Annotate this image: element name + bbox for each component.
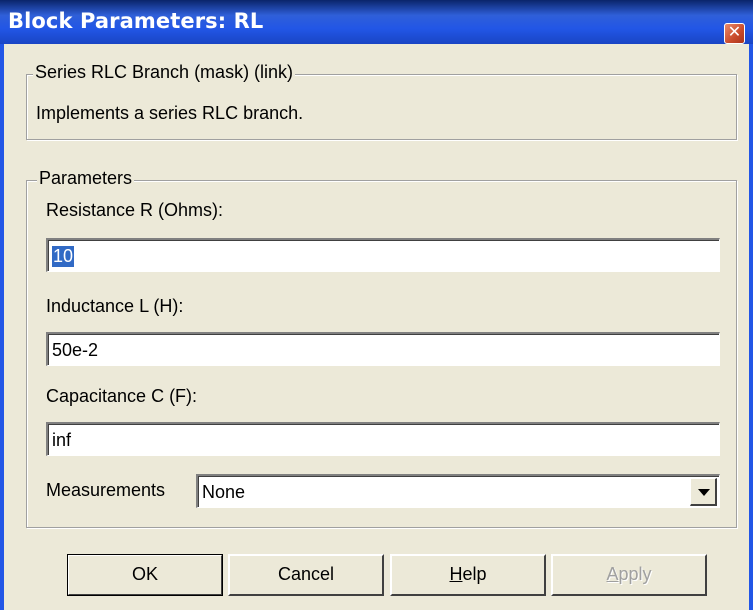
close-icon[interactable]: ✕ <box>724 23 745 44</box>
ok-button[interactable]: OK <box>67 554 223 596</box>
apply-button[interactable]: Apply <box>551 554 707 596</box>
description-legend: Series RLC Branch (mask) (link) <box>33 62 296 83</box>
inductance-value: 50e-2 <box>52 340 99 360</box>
measurements-label: Measurements <box>46 480 166 500</box>
help-button[interactable]: Help <box>390 554 546 596</box>
capacitance-field[interactable]: inf <box>46 422 720 456</box>
resistance-field[interactable]: 10 <box>46 238 720 272</box>
measurements-select[interactable]: None <box>196 474 720 508</box>
description-text: Implements a series RLC branch. <box>36 103 304 123</box>
parameters-legend: Parameters <box>37 168 135 189</box>
window-frame-left <box>0 44 4 610</box>
measurements-selected: None <box>202 482 246 502</box>
window-title: Block Parameters: RL <box>8 9 264 33</box>
window-frame-right <box>749 44 753 610</box>
resistance-value: 10 <box>52 246 75 267</box>
title-bar[interactable]: Block Parameters: RL ✕ <box>0 0 753 44</box>
description-group: Series RLC Branch (mask) (link) Implemen… <box>26 62 737 140</box>
capacitance-label: Capacitance C (F): <box>46 386 198 406</box>
resistance-label: Resistance R (Ohms): <box>46 200 224 220</box>
help-mnemonic: H <box>449 564 463 584</box>
chevron-down-icon[interactable] <box>690 478 717 506</box>
cancel-button[interactable]: Cancel <box>228 554 384 596</box>
apply-mnemonic: A <box>606 564 619 584</box>
block-parameters-dialog: Block Parameters: RL ✕ Series RLC Branch… <box>0 0 753 610</box>
inductance-label: Inductance L (H): <box>46 296 184 316</box>
help-label-rest: elp <box>462 564 487 584</box>
apply-label-rest: pply <box>618 564 652 584</box>
capacitance-value: inf <box>52 430 72 450</box>
inductance-field[interactable]: 50e-2 <box>46 332 720 366</box>
